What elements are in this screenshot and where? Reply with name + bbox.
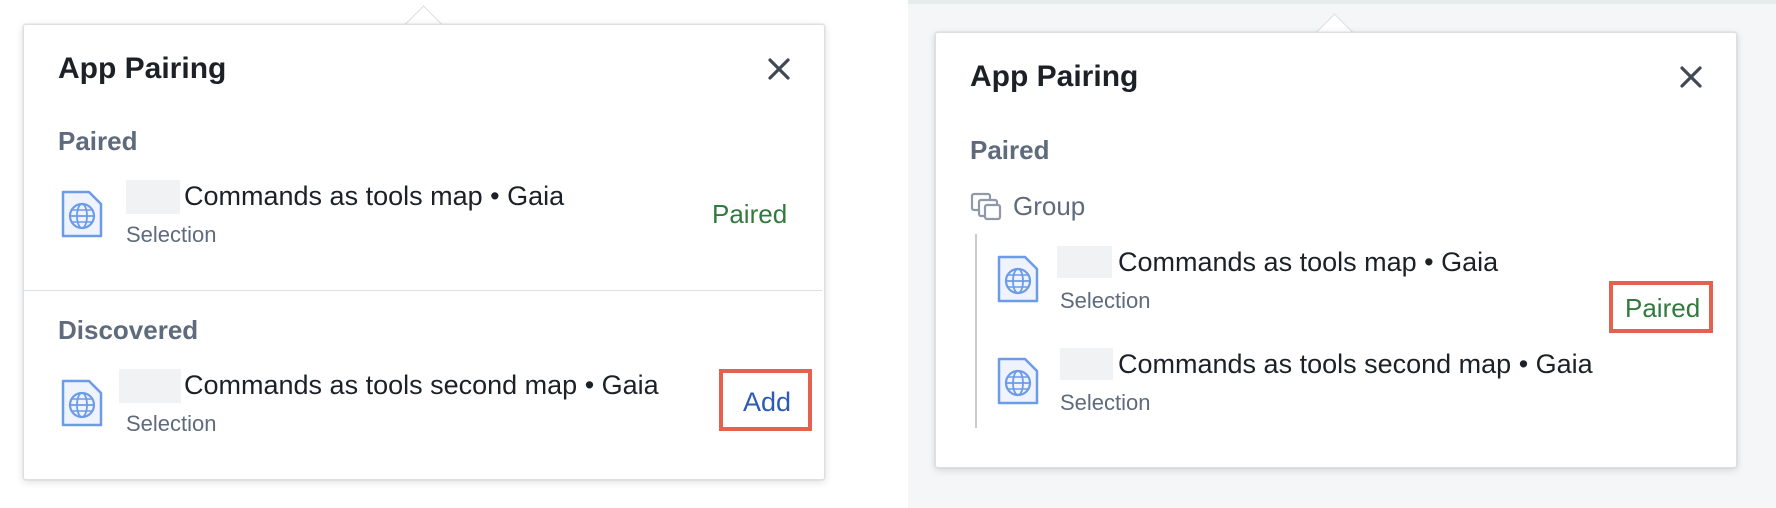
paired-item-subtitle: Selection xyxy=(126,222,217,247)
globe-app-icon xyxy=(997,357,1039,405)
group-tree-line xyxy=(975,234,977,428)
redacted-prefix xyxy=(126,180,180,214)
redacted-prefix xyxy=(1057,246,1112,278)
group-item-title: Commands as tools second map • Gaia xyxy=(1118,349,1593,379)
group-label: Group xyxy=(1013,191,1086,221)
paired-item-title: Commands as tools map • Gaia xyxy=(184,181,565,211)
discovered-item-subtitle: Selection xyxy=(126,411,217,436)
section-label-paired: Paired xyxy=(970,135,1050,165)
globe-app-icon xyxy=(61,379,103,427)
discovered-item-title: Commands as tools second map • Gaia xyxy=(184,370,659,400)
popover-title: App Pairing xyxy=(970,60,1139,93)
redacted-prefix xyxy=(1060,348,1113,380)
globe-app-icon xyxy=(997,255,1039,303)
section-label-discovered: Discovered xyxy=(58,315,199,345)
group-item-title: Commands as tools map • Gaia xyxy=(1118,247,1499,277)
group-item-subtitle: Selection xyxy=(1060,390,1151,415)
arrow-mask xyxy=(396,25,452,39)
add-button-highlight xyxy=(719,369,812,431)
close-icon[interactable] xyxy=(1677,63,1705,91)
popover-title: App Pairing xyxy=(58,52,227,85)
globe-app-icon xyxy=(61,190,103,238)
section-label-paired: Paired xyxy=(58,126,138,156)
section-divider xyxy=(24,290,822,291)
paired-status: Paired xyxy=(712,199,788,229)
group-icon xyxy=(970,192,1002,221)
close-icon[interactable] xyxy=(765,55,793,83)
group-item-subtitle: Selection xyxy=(1060,288,1151,313)
paired-status-highlight xyxy=(1609,281,1713,333)
arrow-mask xyxy=(1307,33,1363,47)
redacted-prefix xyxy=(119,369,181,403)
